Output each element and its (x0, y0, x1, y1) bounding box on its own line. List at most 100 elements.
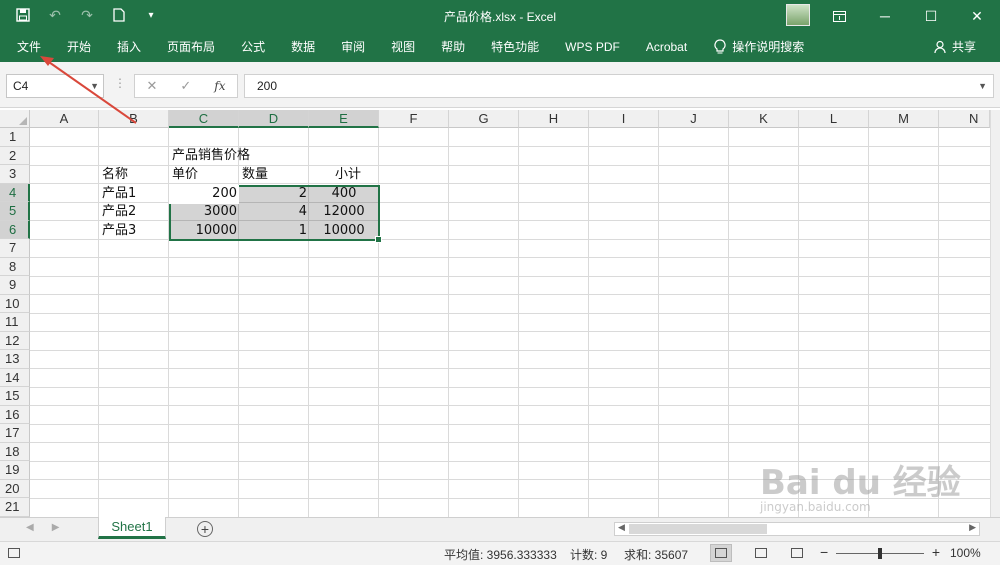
normal-view-icon[interactable] (710, 544, 732, 562)
tell-me-search[interactable]: 操作说明搜索 (700, 32, 817, 62)
row-header[interactable]: 2 (0, 146, 30, 165)
column-header-h[interactable]: H (519, 110, 589, 128)
row-header[interactable]: 13 (0, 350, 30, 369)
tab-formulas[interactable]: 公式 (228, 32, 278, 62)
tab-features[interactable]: 特色功能 (478, 32, 552, 62)
row-header[interactable]: 6 (0, 220, 30, 239)
tab-wps-pdf[interactable]: WPS PDF (552, 32, 633, 62)
zoom-level[interactable]: 100% (950, 546, 981, 560)
cell-e4[interactable]: 400 (309, 185, 379, 204)
scroll-right-icon[interactable]: ▶ (969, 522, 976, 533)
cell-c4[interactable]: 200 (169, 185, 239, 204)
zoom-out-icon[interactable]: − (820, 544, 828, 560)
cell-d4[interactable]: 2 (239, 185, 309, 204)
tab-file[interactable]: 文件 (0, 32, 54, 62)
watermark-logo: Bai du 经验 jingyan.baidu.com (760, 455, 961, 514)
column-header-d[interactable]: D (239, 110, 309, 128)
column-header-k[interactable]: K (729, 110, 799, 128)
tab-review[interactable]: 审阅 (328, 32, 378, 62)
row-header[interactable]: 20 (0, 479, 30, 498)
cancel-icon[interactable]: ✕ (146, 78, 157, 94)
select-all-button[interactable] (0, 110, 30, 128)
formula-bar: C4 ▼ ⋮ ✕ ✓ fx 200 ▼ (0, 62, 1000, 108)
row-header[interactable]: 17 (0, 424, 30, 443)
cell-d5[interactable]: 4 (239, 203, 309, 222)
cell-b4[interactable]: 产品1 (102, 185, 136, 204)
row-header[interactable]: 15 (0, 387, 30, 406)
macro-record-icon[interactable] (8, 548, 20, 558)
tab-home[interactable]: 开始 (54, 32, 104, 62)
expand-formula-icon[interactable]: ▼ (978, 75, 987, 97)
cell-e6[interactable]: 10000 (309, 222, 379, 241)
zoom-slider[interactable]: − + (820, 544, 940, 560)
cell-b5[interactable]: 产品2 (102, 203, 136, 222)
cell-d3-header[interactable]: 数量 (242, 166, 268, 185)
cell-e5[interactable]: 12000 (309, 203, 379, 222)
scroll-left-icon[interactable]: ◀ (618, 522, 625, 533)
row-header[interactable]: 9 (0, 276, 30, 295)
cell-e3-header[interactable]: 小计 (309, 166, 379, 185)
zoom-knob[interactable] (878, 548, 882, 559)
cell-b6[interactable]: 产品3 (102, 222, 136, 241)
row-header[interactable]: 1 (0, 128, 30, 147)
row-header[interactable]: 11 (0, 313, 30, 332)
tab-page-layout[interactable]: 页面布局 (154, 32, 228, 62)
ribbon-options-icon[interactable] (816, 0, 862, 32)
sheet-tab-active[interactable]: Sheet1 (98, 517, 166, 539)
row-header[interactable]: 8 (0, 257, 30, 276)
cell-c2-title[interactable]: 产品销售价格 (172, 147, 250, 166)
next-sheet-icon[interactable]: ▶ (52, 522, 60, 533)
row-header[interactable]: 3 (0, 165, 30, 184)
column-header-e[interactable]: E (309, 110, 379, 128)
row-header[interactable]: 21 (0, 498, 30, 517)
insert-function-icon[interactable]: fx (214, 79, 225, 93)
user-picture[interactable] (786, 4, 810, 26)
column-header-f[interactable]: F (379, 110, 449, 128)
formula-input[interactable]: 200 ▼ (244, 74, 994, 98)
column-header-l[interactable]: L (799, 110, 869, 128)
vertical-scrollbar[interactable] (990, 110, 1000, 517)
row-header[interactable]: 16 (0, 405, 30, 424)
name-box[interactable]: C4 ▼ (6, 74, 104, 98)
share-button[interactable]: 共享 (934, 32, 976, 62)
enter-icon[interactable]: ✓ (180, 78, 191, 94)
tab-help[interactable]: 帮助 (428, 32, 478, 62)
cell-c6[interactable]: 10000 (169, 222, 239, 241)
page-layout-view-icon[interactable] (750, 544, 772, 562)
tab-data[interactable]: 数据 (278, 32, 328, 62)
cell-c3-header[interactable]: 单价 (172, 166, 198, 185)
column-header-a[interactable]: A (30, 110, 99, 128)
prev-sheet-icon[interactable]: ◀ (26, 522, 34, 533)
formula-bar-grip-icon[interactable]: ⋮ (114, 76, 126, 90)
column-header-b[interactable]: B (99, 110, 169, 128)
row-header[interactable]: 14 (0, 368, 30, 387)
row-header[interactable]: 18 (0, 442, 30, 461)
row-header[interactable]: 5 (0, 202, 30, 221)
add-sheet-icon[interactable]: + (197, 521, 213, 537)
chevron-down-icon[interactable]: ▼ (90, 75, 99, 97)
row-header[interactable]: 7 (0, 239, 30, 258)
tab-view[interactable]: 视图 (378, 32, 428, 62)
zoom-in-icon[interactable]: + (932, 544, 940, 560)
column-header-c[interactable]: C (169, 110, 239, 128)
page-break-view-icon[interactable] (786, 544, 808, 562)
cell-b3-header[interactable]: 名称 (102, 166, 128, 185)
column-header-n[interactable]: N (939, 110, 990, 128)
cell-d6[interactable]: 1 (239, 222, 309, 241)
row-header[interactable]: 10 (0, 294, 30, 313)
row-header[interactable]: 12 (0, 331, 30, 350)
maximize-icon[interactable]: ☐ (908, 0, 954, 32)
tab-acrobat[interactable]: Acrobat (633, 32, 700, 62)
column-header-g[interactable]: G (449, 110, 519, 128)
scroll-thumb[interactable] (629, 524, 767, 534)
minimize-icon[interactable]: ─ (862, 0, 908, 32)
close-icon[interactable]: ✕ (954, 0, 1000, 32)
column-header-i[interactable]: I (589, 110, 659, 128)
cell-c5[interactable]: 3000 (169, 203, 239, 222)
column-header-m[interactable]: M (869, 110, 939, 128)
horizontal-scrollbar[interactable]: ◀ ▶ (614, 522, 980, 536)
row-header[interactable]: 4 (0, 183, 30, 202)
tab-insert[interactable]: 插入 (104, 32, 154, 62)
column-header-j[interactable]: J (659, 110, 729, 128)
row-header[interactable]: 19 (0, 461, 30, 480)
